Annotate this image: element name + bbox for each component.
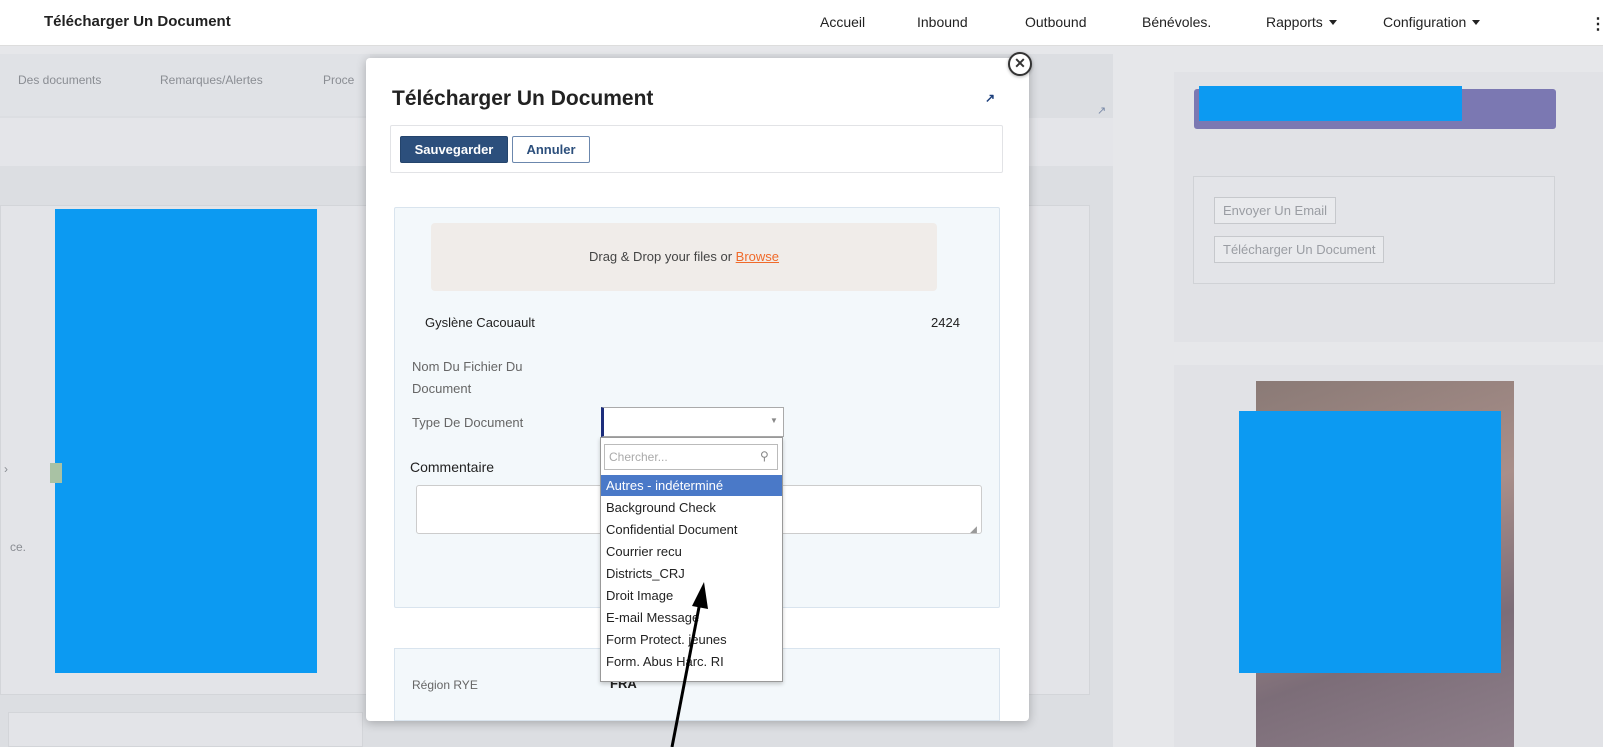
annotation-arrow-line bbox=[670, 601, 702, 747]
annotation-arrow bbox=[670, 582, 708, 747]
annotation-arrow-head bbox=[692, 582, 708, 609]
